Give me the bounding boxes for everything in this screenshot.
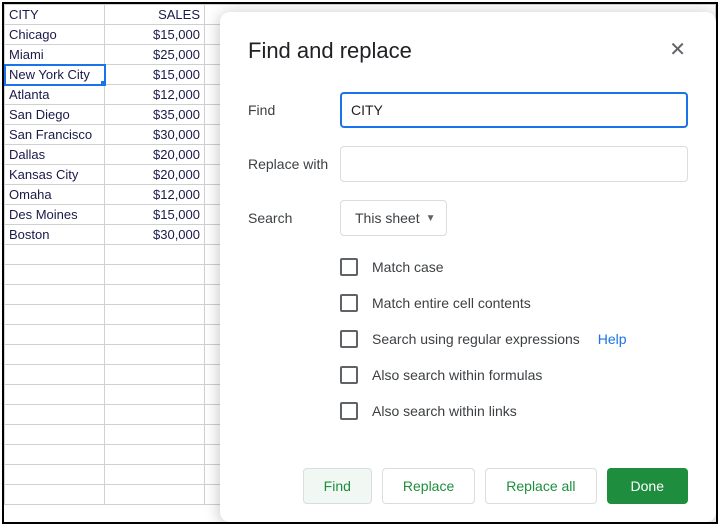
regex-checkbox[interactable] (340, 330, 358, 348)
done-button[interactable]: Done (607, 468, 688, 504)
cell-city[interactable]: Atlanta (5, 85, 105, 105)
cell-sales[interactable]: $12,000 (105, 85, 205, 105)
replace-label: Replace with (248, 156, 340, 172)
cell-city[interactable]: Dallas (5, 145, 105, 165)
search-scope-dropdown[interactable]: This sheet ▼ (340, 200, 447, 236)
find-button[interactable]: Find (303, 468, 372, 504)
match-case-label: Match case (372, 259, 444, 275)
cell-sales[interactable]: $15,000 (105, 65, 205, 85)
regex-label: Search using regular expressions (372, 331, 580, 347)
chevron-down-icon: ▼ (426, 213, 436, 224)
cell-sales[interactable]: $30,000 (105, 225, 205, 245)
cell-sales[interactable]: $35,000 (105, 105, 205, 125)
links-label: Also search within links (372, 403, 517, 419)
formulas-checkbox[interactable] (340, 366, 358, 384)
links-checkbox[interactable] (340, 402, 358, 420)
cell-sales[interactable]: $15,000 (105, 205, 205, 225)
search-label: Search (248, 210, 340, 226)
cell-city[interactable]: Chicago (5, 25, 105, 45)
cell-city-selected[interactable]: New York City (5, 65, 105, 85)
find-replace-dialog: Find and replace ✕ Find Replace with Sea… (220, 12, 716, 522)
formulas-label: Also search within formulas (372, 367, 542, 383)
cell-city[interactable]: Des Moines (5, 205, 105, 225)
cell-city[interactable]: Kansas City (5, 165, 105, 185)
cell-sales[interactable]: $30,000 (105, 125, 205, 145)
match-case-checkbox[interactable] (340, 258, 358, 276)
match-entire-label: Match entire cell contents (372, 295, 531, 311)
cell-city[interactable]: San Francisco (5, 125, 105, 145)
match-entire-checkbox[interactable] (340, 294, 358, 312)
cell-sales[interactable]: $15,000 (105, 25, 205, 45)
replace-button[interactable]: Replace (382, 468, 475, 504)
cell-city[interactable]: San Diego (5, 105, 105, 125)
regex-help-link[interactable]: Help (598, 331, 627, 347)
cell-city[interactable]: Omaha (5, 185, 105, 205)
find-label: Find (248, 102, 340, 118)
close-icon[interactable]: ✕ (667, 38, 688, 62)
replace-input[interactable] (340, 146, 688, 182)
cell-sales[interactable]: $12,000 (105, 185, 205, 205)
replace-all-button[interactable]: Replace all (485, 468, 596, 504)
cell-sales[interactable]: $25,000 (105, 45, 205, 65)
header-city[interactable]: CITY (5, 5, 105, 25)
header-sales[interactable]: SALES (105, 5, 205, 25)
find-input[interactable] (340, 92, 688, 128)
dialog-title: Find and replace (248, 38, 412, 64)
cell-city[interactable]: Miami (5, 45, 105, 65)
cell-city[interactable]: Boston (5, 225, 105, 245)
cell-sales[interactable]: $20,000 (105, 165, 205, 185)
search-scope-value: This sheet (355, 210, 420, 226)
cell-sales[interactable]: $20,000 (105, 145, 205, 165)
